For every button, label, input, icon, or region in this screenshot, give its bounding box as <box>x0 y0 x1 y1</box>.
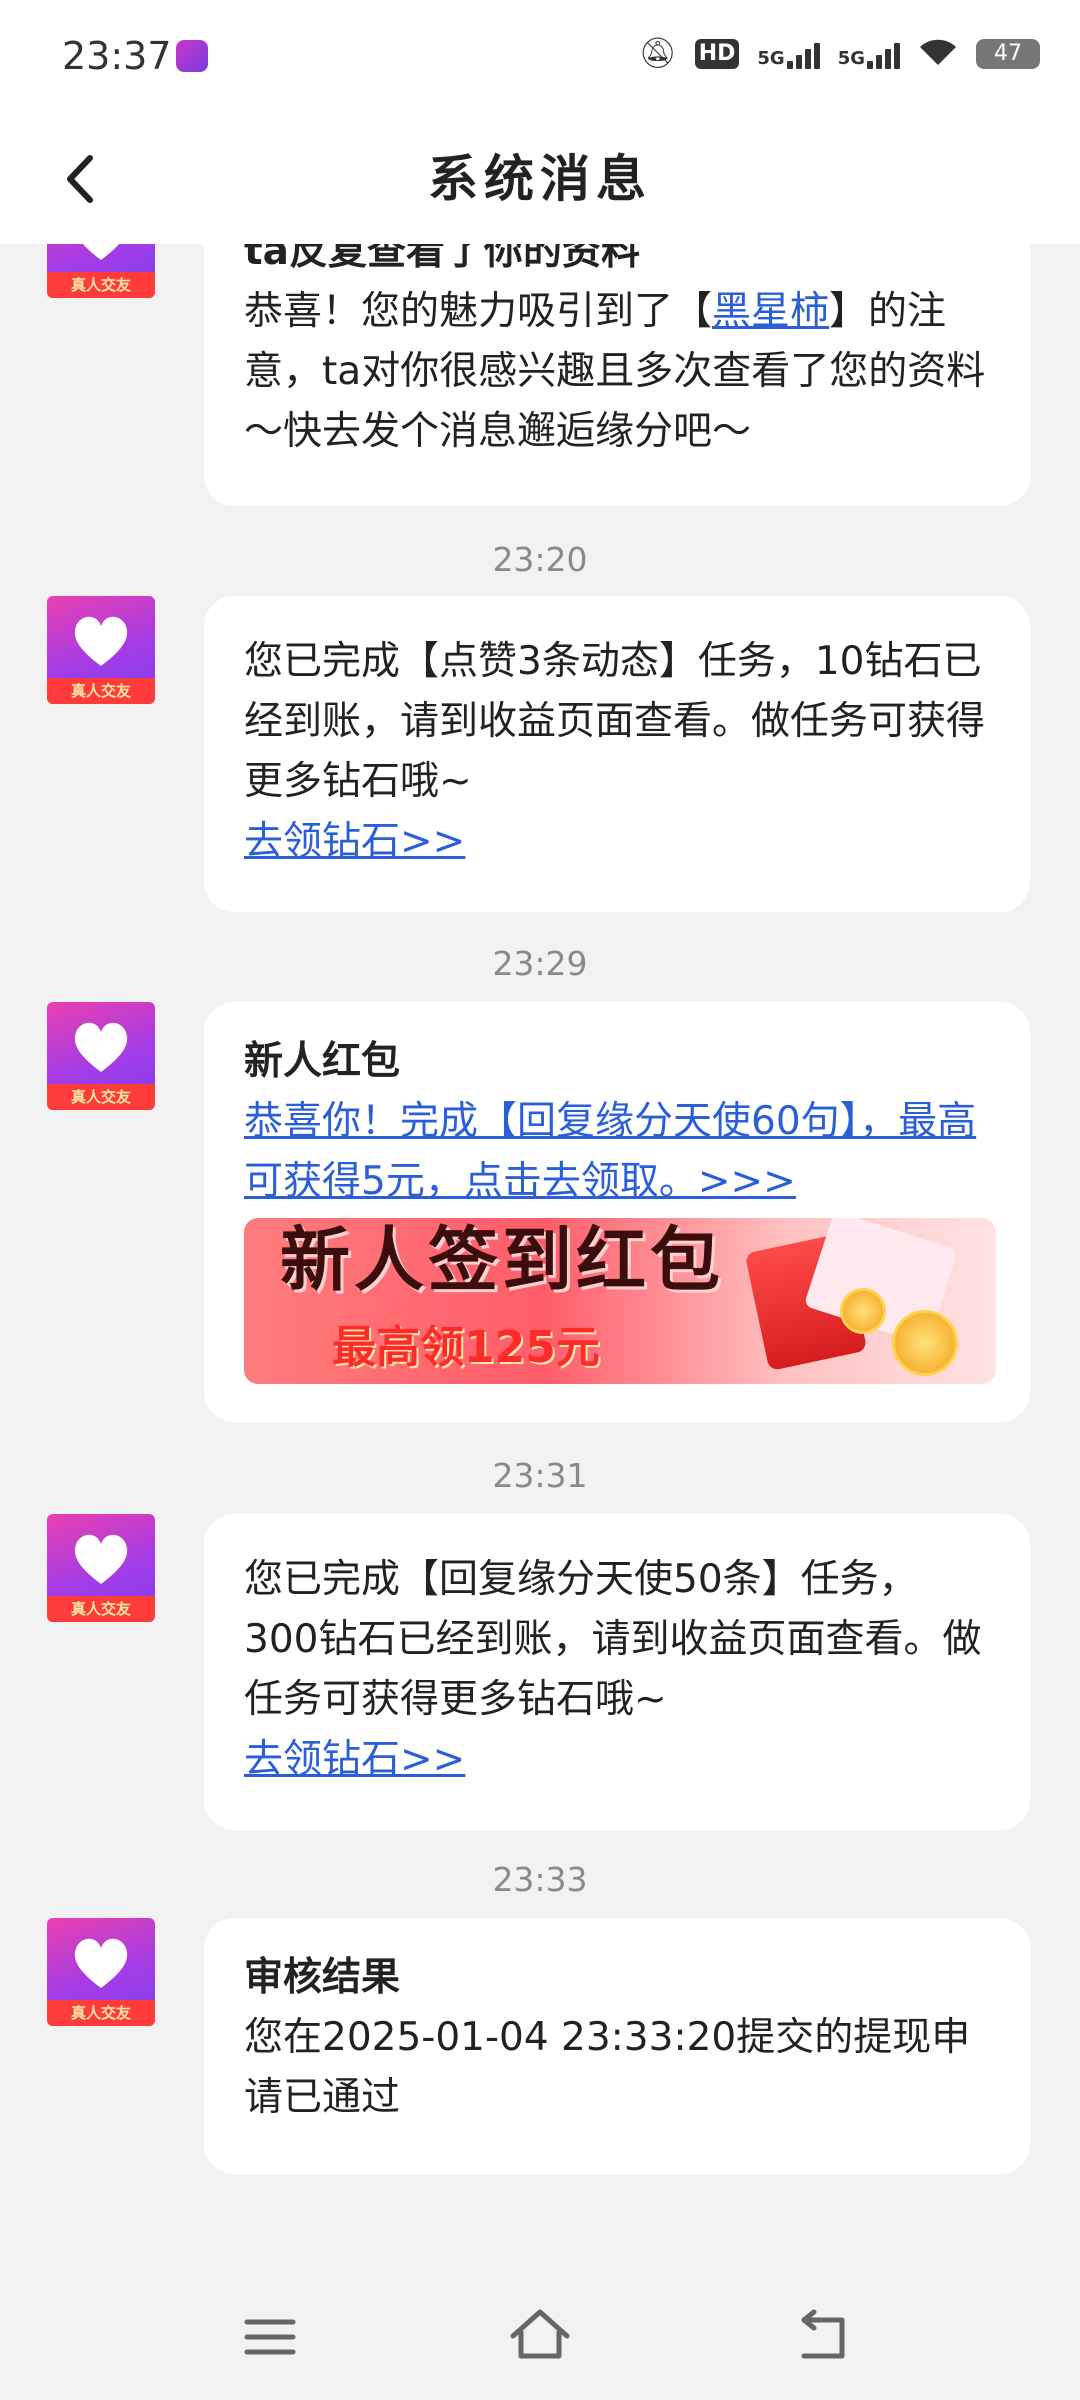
wifi-icon <box>918 37 958 71</box>
battery-icon: 47 <box>976 39 1040 69</box>
heart-icon <box>74 616 128 666</box>
system-avatar[interactable]: 真人交友 <box>47 1514 155 1622</box>
menu-button[interactable] <box>235 2302 305 2372</box>
signal-5g-icon-2: 5G <box>838 39 900 69</box>
message-time: 23:33 <box>492 1860 588 1899</box>
message-text: 您已完成【点赞3条动态】任务，10钻石已经到账，请到收益页面查看。做任务可获得更… <box>244 639 986 804</box>
message-bubble[interactable]: 新人红包 恭喜你！完成【回复缘分天使60句】，最高可获得5元，点击去领取。>>>… <box>204 1002 1030 1422</box>
message-list[interactable]: 真人交友 ta反复查看了你的资料 恭喜！您的魅力吸引到了【黑星柿】的注意，ta对… <box>0 244 1080 2224</box>
home-icon <box>510 2309 570 2359</box>
message-title: 审核结果 <box>244 1955 401 2000</box>
message-text-part: 恭喜！您的魅力吸引到了【 <box>244 289 713 334</box>
net-label-1: 5G <box>757 48 785 69</box>
banner-title: 新人签到红包 <box>280 1219 724 1301</box>
message-text: 您已完成【回复缘分天使50条】任务，300钻石已经到账，请到收益页面查看。做任务… <box>244 1557 982 1722</box>
avatar-tag: 真人交友 <box>47 1084 155 1110</box>
system-avatar[interactable]: 真人交友 <box>47 1918 155 2026</box>
app-notification-icon <box>176 40 208 72</box>
heart-icon <box>74 1022 128 1072</box>
message-title: ta反复查看了你的资料 <box>244 244 640 274</box>
message-bubble[interactable]: 您已完成【点赞3条动态】任务，10钻石已经到账，请到收益页面查看。做任务可获得更… <box>204 596 1030 912</box>
coin-icon <box>892 1310 958 1376</box>
message-text: 恭喜！您的魅力吸引到了【黑星柿】的注意，ta对你很感兴趣且多次查看了您的资料～快… <box>244 282 992 462</box>
claim-diamonds-link[interactable]: 去领钻石>> <box>244 1730 992 1790</box>
message-text: 您在2025-01-04 23:33:20提交的提现申请已通过 <box>244 2015 971 2120</box>
avatar-tag: 真人交友 <box>47 1596 155 1622</box>
mute-bell-icon: 🔕︎ <box>638 36 677 71</box>
avatar-tag: 真人交友 <box>47 678 155 704</box>
coin-icon <box>840 1288 886 1334</box>
status-bar: 23:37 🔕︎ HD 5G 5G 47 <box>0 0 1080 118</box>
heart-icon <box>83 244 119 260</box>
message-time: 23:20 <box>492 540 588 579</box>
claim-diamonds-link[interactable]: 去领钻石>> <box>244 812 992 872</box>
system-navigation-bar <box>0 2272 1080 2400</box>
heart-icon <box>74 1534 128 1584</box>
net-label-2: 5G <box>837 48 865 69</box>
red-packet-banner[interactable]: 新人签到红包 最高领125元 <box>244 1218 996 1384</box>
back-nav-button[interactable] <box>790 2302 860 2372</box>
message-bubble[interactable]: 您已完成【回复缘分天使50条】任务，300钻石已经到账，请到收益页面查看。做任务… <box>204 1514 1030 1830</box>
avatar-tag: 真人交友 <box>47 272 155 298</box>
banner-subtitle: 最高领125元 <box>332 1322 600 1373</box>
page-header: 系统消息 <box>0 118 1080 244</box>
hd-icon: HD <box>694 39 740 69</box>
page-title: 系统消息 <box>428 150 652 208</box>
message-time: 23:29 <box>492 944 588 983</box>
back-arrow-icon <box>801 2309 845 2359</box>
status-icons: 🔕︎ HD 5G 5G 47 <box>639 36 1040 72</box>
red-packet-link[interactable]: 恭喜你！完成【回复缘分天使60句】，最高可获得5元，点击去领取。>>> <box>244 1092 992 1212</box>
message-bubble[interactable]: ta反复查看了你的资料 恭喜！您的魅力吸引到了【黑星柿】的注意，ta对你很感兴趣… <box>204 244 1030 506</box>
signal-5g-icon-1: 5G <box>757 39 820 69</box>
system-avatar[interactable]: 真人交友 <box>47 596 155 704</box>
message-title: 新人红包 <box>244 1039 401 1084</box>
menu-icon <box>244 2319 296 2355</box>
message-time: 23:31 <box>492 1456 588 1495</box>
avatar-tag: 真人交友 <box>47 2000 155 2026</box>
message-bubble[interactable]: 审核结果 您在2025-01-04 23:33:20提交的提现申请已通过 <box>204 1918 1030 2174</box>
system-avatar[interactable]: 真人交友 <box>47 244 155 298</box>
heart-icon <box>74 1938 128 1988</box>
home-button[interactable] <box>505 2302 575 2372</box>
status-time: 23:37 <box>62 34 172 78</box>
system-avatar[interactable]: 真人交友 <box>47 1002 155 1110</box>
user-name-link[interactable]: 黑星柿 <box>712 289 829 334</box>
